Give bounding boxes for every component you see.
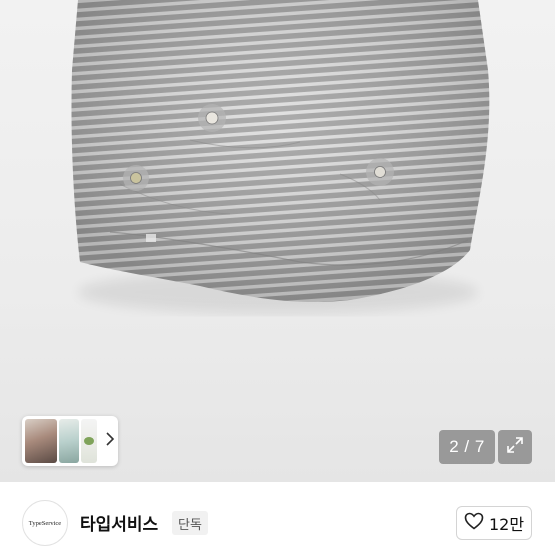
thumbnail-image[interactable] [25,419,57,463]
chevron-right-icon[interactable] [105,432,115,450]
heart-icon [464,512,484,534]
seller-name[interactable]: 타입서비스 [80,510,158,535]
beanie-image [71,0,490,314]
thumbnail-strip[interactable] [22,416,118,466]
avatar[interactable]: TypeService [22,500,68,546]
thumbnail-image[interactable] [59,419,79,463]
image-counter: 2 / 7 [439,430,495,464]
like-button[interactable]: 12만 [456,506,532,540]
thumbnail-image[interactable] [81,419,97,463]
expand-icon [505,435,525,459]
avatar-text: TypeService [28,519,62,527]
product-photo[interactable] [0,0,555,482]
like-count: 12만 [488,515,525,534]
expand-button[interactable] [498,430,532,464]
exclusive-badge: 단독 [172,511,208,535]
